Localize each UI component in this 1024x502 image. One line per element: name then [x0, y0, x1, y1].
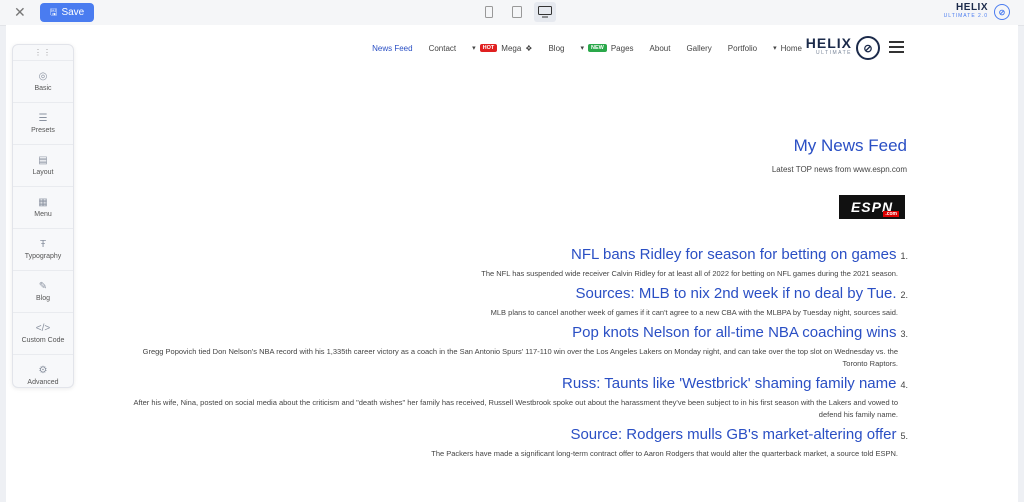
- news-summary: Gregg Popovich tied Don Nelson's NBA rec…: [142, 347, 898, 368]
- editor-brand: HELIX ULTIMATE 2.0 ⊘: [944, 3, 1010, 21]
- panel-item-layout[interactable]: ▤ Layout: [13, 144, 73, 186]
- news-summary: After his wife, Nina, posted on social m…: [133, 398, 898, 419]
- helix-logo-icon: ⊘: [994, 4, 1010, 20]
- news-headline-link[interactable]: Pop knots Nelson for all-time NBA coachi…: [572, 324, 896, 341]
- sliders-icon: ☰: [38, 112, 48, 124]
- layout-icon: ▤: [38, 154, 48, 166]
- panel-item-blog[interactable]: ✎ Blog: [13, 270, 73, 312]
- editor-brand-name: HELIX: [956, 2, 988, 13]
- nav-item-mega[interactable]: ▾ HOT Mega ❖: [472, 44, 532, 53]
- hamburger-menu-icon[interactable]: [889, 41, 904, 56]
- list-item: Russ: Taunts like 'Westbrick' shaming fa…: [118, 374, 908, 421]
- feed-subtitle: Latest TOP news from www.espn.com: [771, 165, 907, 174]
- nav-item-label: Blog: [548, 43, 565, 53]
- save-icon: 🖫: [49, 6, 58, 17]
- settings-panel: ⋮⋮ ◎ Basic ☰ Presets ▤ Layout ▦ Menu Ŧ Typogr…: [12, 44, 74, 388]
- panel-item-label: Advanced: [27, 378, 59, 386]
- editor-brand-sub: ULTIMATE: [943, 13, 976, 19]
- nav-item-label: Contact: [428, 43, 457, 53]
- page-title: My News Feed: [793, 136, 907, 155]
- helix-logo-icon: ⊘: [856, 36, 880, 60]
- drag-handle-icon[interactable]: ⋮⋮: [13, 45, 73, 60]
- nav-item-portfolio[interactable]: Portfolio: [728, 44, 757, 53]
- list-item: Sources: MLB to nix 2nd week if no deal …: [118, 284, 908, 319]
- list-number: 2.: [900, 290, 908, 300]
- nav-item-news-feed[interactable]: News Feed: [372, 44, 412, 53]
- nav-item-contact[interactable]: Contact: [429, 44, 457, 53]
- list-number: 4.: [900, 380, 908, 390]
- new-badge: NEW: [588, 44, 607, 52]
- espn-logo-sub: .com: [883, 211, 899, 217]
- editor-version: 2.0: [978, 13, 988, 19]
- nav-item-label: News Feed: [372, 43, 413, 53]
- news-summary: MLB plans to cancel another week of game…: [490, 308, 898, 317]
- mega-menu-icon: ❖: [525, 43, 533, 53]
- nav-item-label: Pages: [610, 43, 634, 53]
- panel-item-presets[interactable]: ☰ Presets: [13, 102, 73, 144]
- hot-badge: HOT: [479, 44, 498, 52]
- chevron-down-icon: ▾: [580, 45, 584, 52]
- nav-item-blog[interactable]: Blog: [548, 44, 564, 53]
- list-number: 3.: [900, 329, 908, 339]
- list-number: 1.: [900, 251, 908, 261]
- page-preview: HELIX ULTIMATE ⊘ ▾ Home Portfolio Gallery…: [6, 25, 1018, 502]
- nav-item-pages[interactable]: ▾ NEW Pages: [580, 44, 633, 53]
- panel-item-label: Basic: [34, 84, 52, 92]
- list-item: Pop knots Nelson for all-time NBA coachi…: [118, 323, 908, 370]
- panel-item-menu[interactable]: ▦ Menu: [13, 186, 73, 228]
- site-header: HELIX ULTIMATE ⊘ ▾ Home Portfolio Gallery…: [6, 25, 1018, 71]
- panel-item-advanced[interactable]: ⚙ Advanced: [13, 354, 73, 396]
- list-item: Source: Rodgers mulls GB's market-alteri…: [118, 425, 908, 460]
- code-icon: </>: [35, 322, 51, 334]
- blog-icon: ✎: [38, 280, 48, 292]
- news-list: NFL bans Ridley for season for betting o…: [118, 245, 908, 464]
- list-number: 5.: [900, 431, 908, 441]
- gear-icon: ⚙: [38, 364, 48, 376]
- news-summary: The Packers have made a significant long…: [431, 449, 898, 458]
- panel-item-label: Presets: [31, 126, 55, 134]
- news-summary: The NFL has suspended wide receiver Calv…: [481, 269, 898, 278]
- mobile-view-button[interactable]: [478, 2, 500, 22]
- chevron-down-icon: ▾: [773, 45, 777, 52]
- espn-logo: ESPN .com: [839, 195, 905, 219]
- target-icon: ◎: [38, 70, 48, 82]
- editor-toolbar: ✕ 🖫 Save HELIX ULTIMATE 2.0 ⊘: [0, 0, 1024, 26]
- nav-item-label: Home: [780, 43, 802, 53]
- typography-icon: Ŧ: [39, 238, 47, 250]
- nav-item-label: Portfolio: [727, 43, 758, 53]
- site-logo-name: HELIX: [805, 35, 852, 51]
- chevron-down-icon: ▾: [472, 45, 476, 52]
- desktop-view-button[interactable]: [534, 2, 556, 22]
- panel-item-label: Custom Code: [21, 336, 65, 344]
- panel-item-typography[interactable]: Ŧ Typography: [13, 228, 73, 270]
- news-headline-link[interactable]: Source: Rodgers mulls GB's market-alteri…: [570, 426, 896, 443]
- news-headline-link[interactable]: NFL bans Ridley for season for betting o…: [571, 246, 896, 263]
- tablet-view-button[interactable]: [506, 2, 528, 22]
- panel-item-label: Typography: [24, 252, 62, 260]
- nav-item-home[interactable]: ▾ Home: [773, 44, 802, 53]
- main-nav: ▾ Home Portfolio Gallery About ▾ NEW Pages …: [372, 25, 802, 71]
- panel-item-label: Blog: [35, 294, 50, 302]
- device-switcher: [478, 2, 556, 22]
- menu-icon: ▦: [38, 196, 48, 208]
- nav-item-label: About: [649, 43, 671, 53]
- nav-item-label: Mega: [501, 43, 522, 53]
- site-logo[interactable]: HELIX ULTIMATE ⊘: [806, 36, 880, 60]
- panel-item-label: Layout: [32, 168, 54, 176]
- panel-item-label: Menu: [34, 210, 52, 218]
- news-headline-link[interactable]: Russ: Taunts like 'Westbrick' shaming fa…: [562, 375, 896, 392]
- close-icon[interactable]: ✕: [14, 4, 26, 20]
- nav-item-about[interactable]: About: [650, 44, 671, 53]
- panel-item-basic[interactable]: ◎ Basic: [13, 60, 73, 102]
- save-button-label: Save: [61, 7, 85, 18]
- nav-item-gallery[interactable]: Gallery: [686, 44, 711, 53]
- panel-item-custom-code[interactable]: </> Custom Code: [13, 312, 73, 354]
- news-headline-link[interactable]: Sources: MLB to nix 2nd week if no deal …: [575, 285, 896, 302]
- save-button[interactable]: 🖫 Save: [40, 3, 94, 22]
- nav-item-label: Gallery: [686, 43, 712, 53]
- list-item: NFL bans Ridley for season for betting o…: [118, 245, 908, 280]
